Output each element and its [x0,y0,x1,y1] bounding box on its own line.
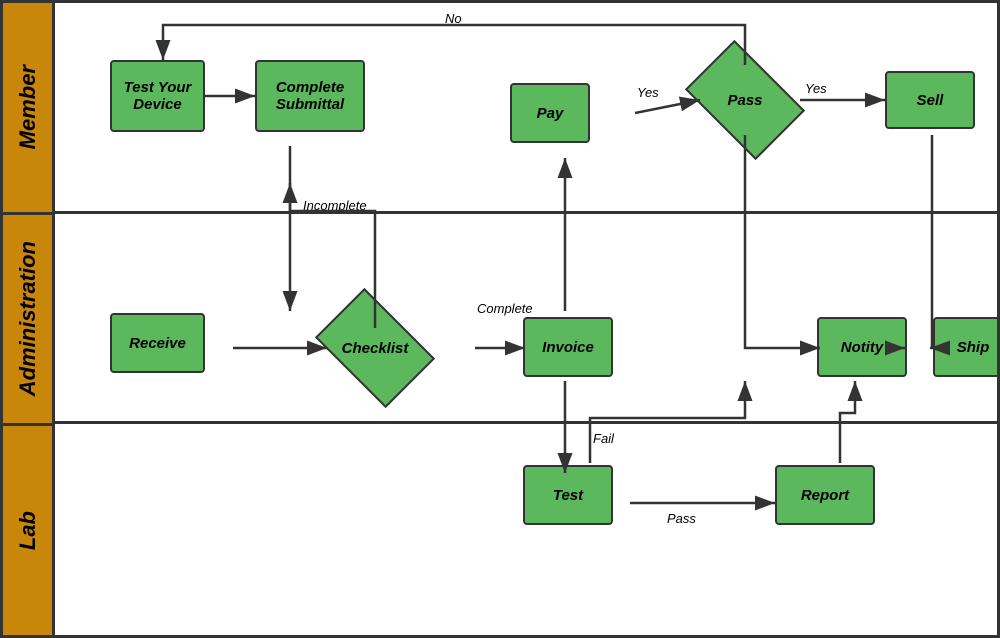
yes-pay-arrow-label: Yes [637,85,659,100]
invoice-box: Invoice [523,317,613,377]
yes-pass-arrow-label: Yes [805,81,827,96]
notify-box: Notity [817,317,907,377]
checklist-diamond: Checklist [325,313,425,383]
pass-diamond-label: Pass [727,92,762,109]
test-device-label: Test Your Device [124,79,192,113]
lane-label-member: Member [3,3,52,215]
notify-label: Notity [841,339,884,356]
report-label: Report [801,487,849,504]
test-your-device-box: Test Your Device [110,60,205,132]
receive-label: Receive [129,335,186,352]
receive-box: Receive [110,313,205,373]
sell-label: Sell [917,92,944,109]
fail-arrow-label: Fail [593,431,614,446]
report-box: Report [775,465,875,525]
member-label: Member [15,65,41,149]
pay-box: Pay [510,83,590,143]
no-arrow-label: No [445,11,462,26]
ship-box: Ship [933,317,1000,377]
diagram-container: Member Administration Lab [0,0,1000,638]
pass-diamond: Pass [695,65,795,135]
complete-arrow-label: Complete [477,301,533,316]
complete-submittal-label: Complete Submittal [276,79,344,113]
test-box: Test [523,465,613,525]
lanes-wrapper: Test Your Device Complete Submittal Pay … [55,3,997,635]
pay-label: Pay [537,105,564,122]
swimlane-labels: Member Administration Lab [3,3,55,635]
test-label: Test [553,487,583,504]
sell-box: Sell [885,71,975,129]
lane-label-administration: Administration [3,215,52,427]
complete-submittal-box: Complete Submittal [255,60,365,132]
administration-label: Administration [15,241,41,396]
lab-label: Lab [15,511,41,550]
checklist-label: Checklist [342,340,409,357]
ship-label: Ship [957,339,990,356]
incomplete-arrow-label: Incomplete [303,198,367,213]
pass-lab-arrow-label: Pass [667,511,696,526]
invoice-label: Invoice [542,339,594,356]
lane-label-lab: Lab [3,426,52,635]
